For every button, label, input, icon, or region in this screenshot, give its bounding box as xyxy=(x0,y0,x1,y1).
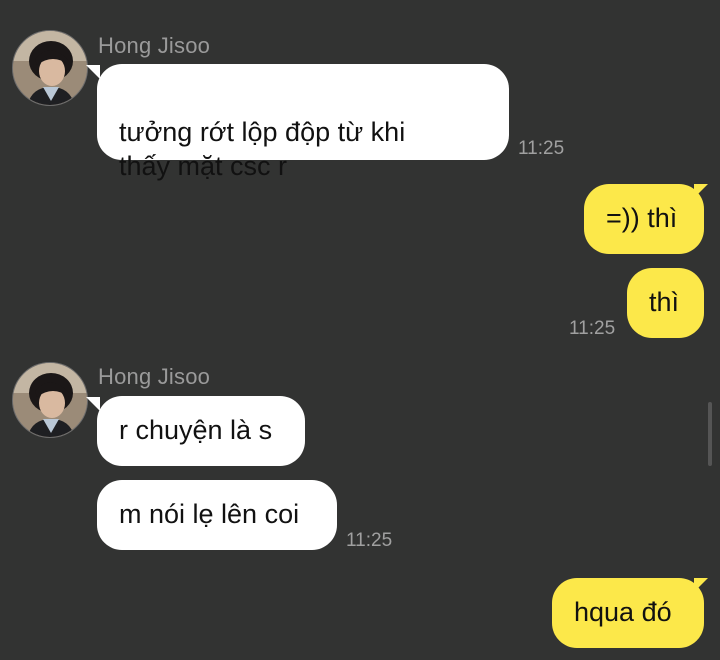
scrollbar[interactable] xyxy=(708,402,712,466)
message-text: thì xyxy=(649,287,680,317)
bubble-tail xyxy=(694,184,708,198)
message-bubble-incoming[interactable]: r chuyện là s xyxy=(97,396,305,466)
message-bubble-outgoing[interactable]: hqua đó xyxy=(552,578,704,648)
message-text: hqua đó xyxy=(574,597,672,627)
message-text: =)) thì xyxy=(606,203,678,233)
avatar[interactable] xyxy=(12,362,88,438)
message-text: tưởng rớt lộp độp từ khi thấy mặt csc r xyxy=(119,117,406,181)
bubble-tail xyxy=(694,578,708,592)
bubble-tail xyxy=(86,397,100,411)
bubble-tail xyxy=(86,65,100,79)
message-bubble-outgoing[interactable]: =)) thì xyxy=(584,184,704,254)
message-timestamp: 11:25 xyxy=(518,138,565,159)
sender-name: Hong Jisoo xyxy=(98,33,211,58)
message-timestamp: 11:25 xyxy=(346,530,393,551)
message-bubble-outgoing[interactable]: thì xyxy=(627,268,704,338)
message-bubble-incoming[interactable]: m nói lẹ lên coi xyxy=(97,480,337,550)
avatar[interactable] xyxy=(12,30,88,106)
message-timestamp: 11:25 xyxy=(569,318,616,339)
message-text: r chuyện là s xyxy=(119,415,273,445)
sender-name: Hong Jisoo xyxy=(98,364,211,389)
message-bubble-incoming[interactable]: tưởng rớt lộp độp từ khi thấy mặt csc r xyxy=(97,64,509,181)
message-text: m nói lẹ lên coi xyxy=(119,499,300,529)
